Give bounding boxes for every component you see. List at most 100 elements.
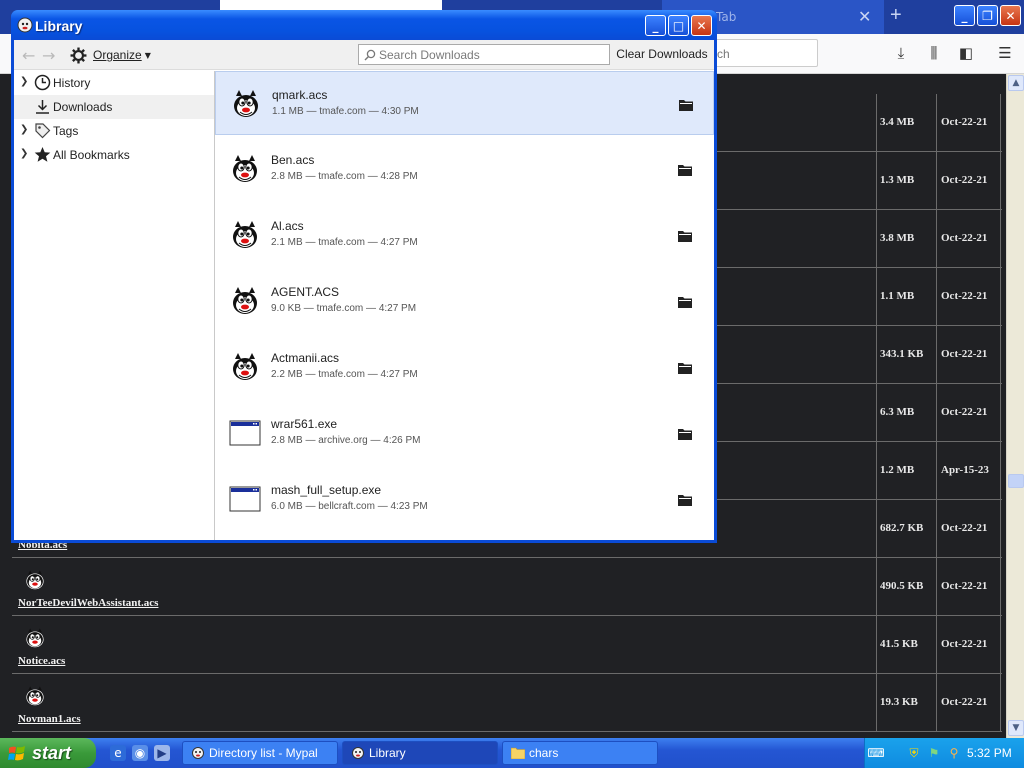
keyboard-icon[interactable]: ⌨: [867, 746, 884, 760]
open-folder-icon[interactable]: [677, 229, 693, 243]
column-divider: [876, 674, 877, 732]
start-button[interactable]: start: [0, 738, 96, 768]
search-tray-icon[interactable]: ⚲: [947, 746, 961, 760]
sidebar-item-tags[interactable]: ❯ Tags: [14, 119, 214, 143]
download-item[interactable]: wrar561.exe 2.8 MB — archive.org — 4:26 P…: [215, 401, 714, 465]
agent-file-icon: [233, 287, 257, 314]
menu-icon[interactable]: ☰: [994, 42, 1016, 64]
column-divider: [876, 210, 877, 268]
download-item[interactable]: AGENT.ACS 9.0 KB — tmafe.com — 4:27 PM: [215, 269, 714, 333]
file-date: Oct-22-21: [941, 638, 988, 650]
column-divider: [1000, 152, 1001, 210]
download-filename: Al.acs: [271, 219, 304, 233]
clear-downloads-button[interactable]: Clear Downloads: [614, 44, 710, 65]
scroll-up-arrow-icon[interactable]: ▲: [1008, 75, 1024, 91]
caret-down-icon: ▼: [144, 50, 151, 60]
file-date: Oct-22-21: [941, 290, 988, 302]
column-divider: [936, 326, 937, 384]
start-label: start: [32, 742, 72, 763]
browser-close-button[interactable]: ✕: [1000, 5, 1021, 26]
column-divider: [936, 616, 937, 674]
star-icon: [34, 147, 51, 162]
back-arrow-icon[interactable]: ←: [22, 46, 35, 65]
download-item[interactable]: qmark.acs 1.1 MB — tmafe.com — 4:30 PM: [215, 71, 714, 135]
download-filename: Actmanii.acs: [271, 351, 340, 365]
open-folder-icon[interactable]: [677, 163, 693, 177]
sidebar-item-history[interactable]: ❯ History: [14, 71, 214, 95]
column-divider: [876, 442, 877, 500]
library-close-button[interactable]: ✕: [691, 15, 712, 36]
download-details: 2.8 MB — archive.org — 4:26 PM: [271, 435, 421, 446]
download-filename: AGENT.ACS: [271, 285, 340, 299]
download-item[interactable]: mash_full_setup.exe 6.0 MB — bellcraft.co…: [215, 467, 714, 531]
column-divider: [1000, 94, 1001, 152]
browser-restore-button[interactable]: ❐: [977, 5, 998, 26]
column-divider: [876, 558, 877, 616]
browser-icon: [352, 747, 364, 759]
network-icon[interactable]: ⚑: [927, 746, 941, 760]
download-item[interactable]: Al.acs 2.1 MB — tmafe.com — 4:27 PM: [215, 203, 714, 267]
browser-quicklaunch-icon[interactable]: ◉: [132, 745, 148, 761]
sidebar-item-downloads[interactable]: Downloads: [14, 95, 214, 119]
taskbar-button-label: Library: [369, 746, 406, 760]
column-divider: [936, 500, 937, 558]
shield-icon[interactable]: ⛨: [907, 746, 921, 760]
ie-icon[interactable]: e: [110, 745, 126, 761]
taskbar-button-directory[interactable]: Directory list - Mypal: [182, 741, 338, 765]
file-size: 3.8 MB: [880, 232, 915, 244]
scrollbar-thumb[interactable]: [1008, 474, 1024, 488]
agent-file-icon[interactable]: [24, 626, 46, 650]
search-downloads-input[interactable]: Search Downloads: [358, 44, 610, 65]
taskbar: start e ◉ ▶ Directory list - Mypal Librar…: [0, 738, 1024, 768]
open-folder-icon[interactable]: [677, 361, 693, 375]
taskbar-button-chars[interactable]: chars: [502, 741, 658, 765]
app-icon: [17, 17, 33, 33]
library-maximize-button[interactable]: □: [668, 15, 689, 36]
browser-icon: [192, 747, 204, 759]
sidebar-icon[interactable]: ◧: [955, 42, 977, 64]
file-date: Oct-22-21: [941, 174, 988, 186]
media-player-icon[interactable]: ▶: [154, 745, 170, 761]
download-filename: qmark.acs: [272, 88, 328, 102]
expand-arrow-icon[interactable]: ❯: [20, 124, 28, 135]
file-link[interactable]: NorTeeDevilWebAssistant.acs: [18, 597, 158, 609]
table-row: 490.5 KB Oct-22-21 NorTeeDevilWebAssistan…: [12, 558, 1002, 616]
taskbar-button-library[interactable]: Library: [342, 741, 498, 765]
library-title: Library: [35, 18, 83, 34]
new-tab-icon[interactable]: +: [890, 4, 902, 27]
column-divider: [876, 152, 877, 210]
expand-arrow-icon[interactable]: ❯: [20, 76, 28, 87]
organize-button[interactable]: Organize ▼: [70, 45, 151, 65]
library-icon[interactable]: ⫼: [923, 42, 945, 64]
scroll-down-arrow-icon[interactable]: ▼: [1008, 720, 1024, 736]
file-size: 343.1 KB: [880, 348, 924, 360]
open-folder-icon[interactable]: [678, 98, 694, 112]
agent-file-icon: [233, 221, 257, 248]
browser-search-input[interactable]: rch: [700, 39, 818, 67]
column-divider: [1000, 674, 1001, 732]
library-minimize-button[interactable]: _: [645, 15, 666, 36]
library-titlebar[interactable]: Library _ □ ✕: [11, 10, 717, 40]
download-filename: wrar561.exe: [271, 417, 338, 431]
file-link[interactable]: Novman1.acs: [18, 713, 81, 725]
download-item[interactable]: Actmanii.acs 2.2 MB — tmafe.com — 4:27 PM: [215, 335, 714, 399]
downloads-icon[interactable]: ⤓: [890, 42, 912, 64]
open-folder-icon[interactable]: [677, 493, 693, 507]
page-scrollbar[interactable]: ▲ ▼: [1006, 74, 1024, 738]
open-folder-icon[interactable]: [677, 295, 693, 309]
expand-arrow-icon[interactable]: ❯: [20, 148, 28, 159]
column-divider: [936, 94, 937, 152]
sidebar-item-all-bookmarks[interactable]: ❯ All Bookmarks: [14, 143, 214, 167]
file-date: Apr-15-23: [941, 464, 989, 476]
download-item[interactable]: Ben.acs 2.8 MB — tmafe.com — 4:28 PM: [215, 137, 714, 201]
file-link[interactable]: Notice.acs: [18, 655, 65, 667]
search-downloads-placeholder: Search Downloads: [379, 48, 480, 62]
forward-arrow-icon[interactable]: →: [42, 46, 55, 65]
tab-close-icon[interactable]: ✕: [858, 7, 871, 27]
browser-minimize-button[interactable]: _: [954, 5, 975, 26]
open-folder-icon[interactable]: [677, 427, 693, 441]
agent-file-icon[interactable]: [24, 684, 46, 708]
agent-file-icon[interactable]: [24, 568, 46, 592]
file-size: 1.3 MB: [880, 174, 915, 186]
column-divider: [1000, 326, 1001, 384]
